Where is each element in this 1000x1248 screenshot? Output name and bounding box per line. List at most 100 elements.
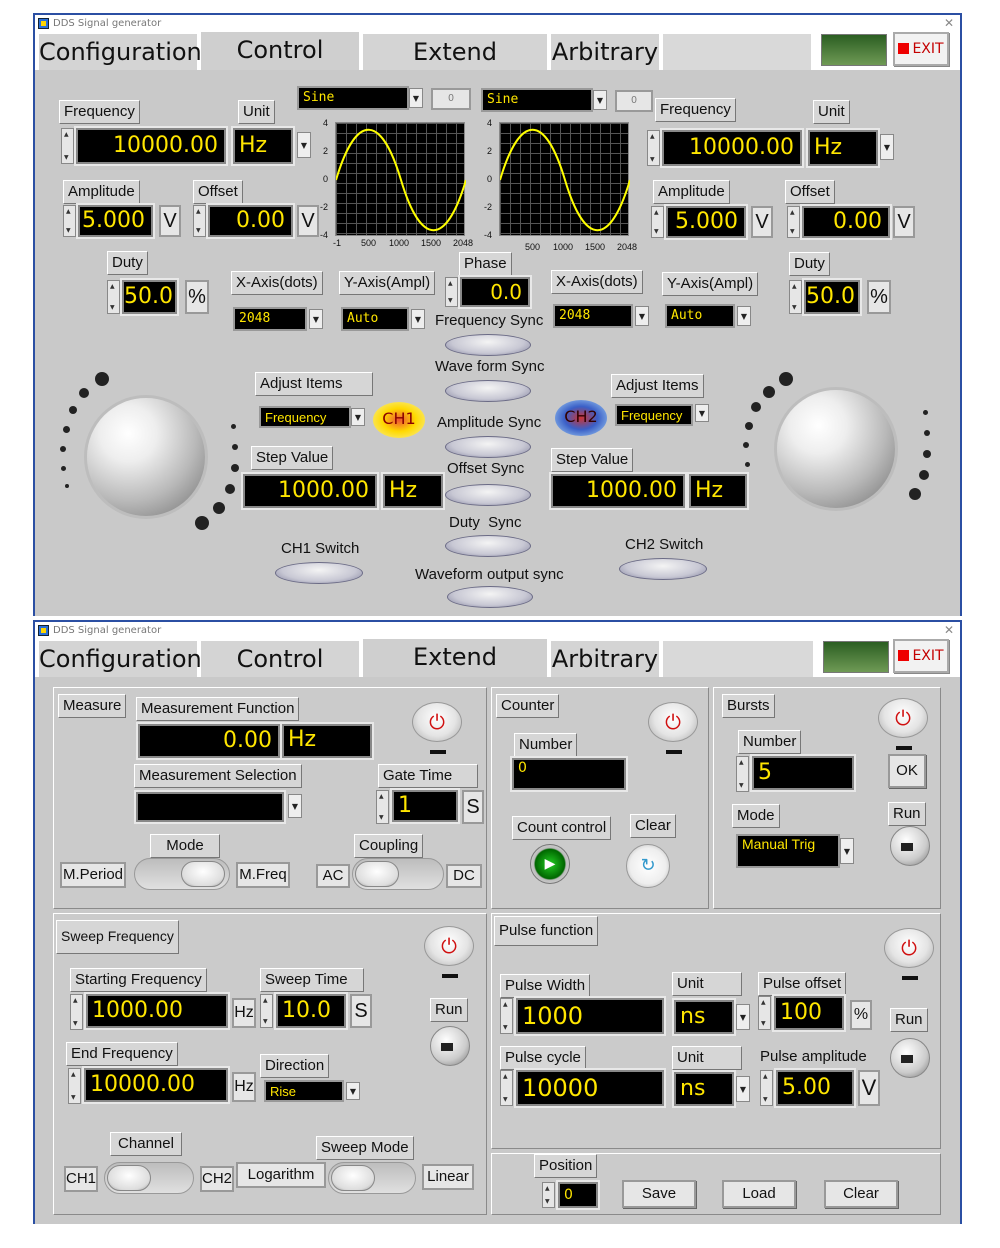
ch2-amplitude-value[interactable]: 5.000 (664, 204, 748, 240)
start-frequency-spinner[interactable] (70, 994, 83, 1030)
direction-dropdown-icon[interactable]: ▼ (346, 1082, 360, 1100)
channel-slider[interactable] (104, 1162, 194, 1194)
tab-extend-function[interactable]: Extend Function (363, 34, 549, 102)
ch2-switch[interactable] (619, 558, 707, 580)
pulse-cycle-unit-dropdown-icon[interactable]: ▼ (736, 1076, 750, 1102)
offset-sync-toggle[interactable] (445, 484, 531, 506)
bursts-mode-select[interactable]: Manual Trig (736, 834, 840, 868)
ch2-waveform-select[interactable]: Sine (481, 88, 593, 112)
close-icon[interactable]: ✕ (944, 15, 954, 32)
sweep-time-spinner[interactable] (260, 994, 273, 1028)
slider-thumb[interactable] (355, 861, 399, 887)
ch1-adjust-items-select[interactable]: Frequency (259, 406, 351, 428)
ch2-offset-spinner[interactable] (787, 206, 800, 238)
bursts-number-value[interactable]: 5 (750, 754, 856, 792)
tab-configuration[interactable]: Configuration (39, 641, 202, 677)
ch2-frequency-spinner[interactable] (647, 130, 660, 166)
sweep-mode-linear[interactable]: Linear (422, 1164, 474, 1190)
ch1-unit-dropdown-icon[interactable]: ▼ (297, 132, 311, 158)
ch2-unit-dropdown-icon[interactable]: ▼ (880, 134, 894, 160)
ch2-waveform-index[interactable]: 0 (615, 90, 653, 112)
ch2-frequency-value[interactable]: 10000.00 (660, 128, 804, 168)
pulse-power-icon[interactable]: ⏻ (884, 928, 934, 968)
close-icon[interactable]: ✕ (944, 622, 954, 639)
count-play-icon[interactable]: ▶ (530, 844, 570, 884)
gate-time-spinner[interactable] (376, 790, 389, 824)
gate-time-value[interactable]: 1 (390, 788, 460, 824)
ch1-duty-value[interactable]: 50.0 (120, 278, 179, 316)
position-value[interactable]: 0 (556, 1180, 600, 1210)
ch1-waveform-index[interactable]: 0 (431, 88, 471, 110)
bursts-run-button[interactable] (890, 826, 930, 866)
ch2-yaxis-select[interactable]: Auto (665, 304, 735, 328)
coupling-dc[interactable]: DC (446, 864, 482, 888)
ch2-adjust-dropdown-icon[interactable]: ▼ (695, 404, 709, 422)
bursts-ok-button[interactable]: OK (888, 754, 926, 788)
tab-arbitrary[interactable]: Arbitrary (551, 641, 661, 677)
measure-mode-slider[interactable] (134, 858, 230, 890)
sweep-mode-slider[interactable] (328, 1162, 416, 1194)
pulse-cycle-spinner[interactable] (500, 1070, 513, 1106)
load-button[interactable]: Load (722, 1180, 796, 1208)
measurement-selection-dropdown-icon[interactable]: ▼ (288, 794, 302, 818)
channel-ch1[interactable]: CH1 (64, 1166, 98, 1192)
start-frequency-value[interactable]: 1000.00 (84, 992, 230, 1030)
ch2-duty-value[interactable]: 50.0 (802, 278, 862, 316)
mode-m-freq[interactable]: M.Freq (236, 862, 290, 888)
slider-thumb[interactable] (107, 1165, 151, 1191)
phase-spinner[interactable] (445, 277, 458, 307)
tab-control-panel[interactable]: Control Panel (201, 641, 361, 709)
pulse-width-unit-dropdown-icon[interactable]: ▼ (736, 1004, 750, 1030)
pulse-cycle-unit[interactable]: ns (672, 1070, 736, 1108)
pulse-amplitude-value[interactable]: 5.00 (774, 1068, 856, 1108)
ch1-amplitude-spinner[interactable] (63, 205, 76, 237)
ch1-yaxis-dropdown-icon[interactable]: ▼ (411, 309, 425, 329)
ch2-adjust-knob[interactable] (777, 390, 895, 508)
sweep-time-value[interactable]: 10.0 (274, 992, 348, 1030)
channel-ch2[interactable]: CH2 (200, 1166, 234, 1192)
pulse-offset-value[interactable]: 100 (772, 994, 846, 1032)
pulse-offset-spinner[interactable] (758, 996, 771, 1030)
direction-select[interactable]: Rise (264, 1080, 344, 1102)
phase-value[interactable]: 0.0 (458, 275, 532, 309)
pulse-run-button[interactable] (890, 1038, 930, 1078)
ch2-yaxis-dropdown-icon[interactable]: ▼ (737, 306, 751, 326)
ch1-yaxis-select[interactable]: Auto (341, 307, 409, 331)
ch2-adjust-items-select[interactable]: Frequency (615, 404, 693, 426)
ch1-waveform-select[interactable]: Sine (297, 86, 409, 110)
bursts-power-icon[interactable]: ⏻ (878, 698, 928, 738)
position-spinner[interactable] (542, 1182, 555, 1208)
ch2-xaxis-dropdown-icon[interactable]: ▼ (635, 306, 649, 326)
slider-thumb[interactable] (331, 1165, 375, 1191)
clear-button[interactable]: Clear (824, 1180, 898, 1208)
exit-button[interactable]: EXIT (893, 639, 949, 673)
frequency-sync-toggle[interactable] (445, 334, 531, 356)
end-frequency-value[interactable]: 10000.00 (82, 1066, 230, 1104)
ch2-frequency-unit[interactable]: Hz (806, 128, 880, 168)
waveform-sync-toggle[interactable] (445, 380, 531, 402)
ch1-offset-spinner[interactable] (193, 205, 206, 237)
ch1-badge[interactable]: CH1 (373, 402, 425, 438)
sweep-mode-logarithm[interactable]: Logarithm (236, 1162, 326, 1188)
ch2-offset-value[interactable]: 0.00 (800, 204, 892, 240)
ch1-switch[interactable] (275, 562, 363, 584)
ch2-duty-spinner[interactable] (789, 280, 802, 314)
save-button[interactable]: Save (622, 1180, 696, 1208)
ch1-xaxis-select[interactable]: 2048 (233, 307, 307, 331)
tab-configuration[interactable]: Configuration (39, 34, 202, 70)
sweep-run-button[interactable] (430, 1026, 470, 1066)
ch1-frequency-spinner[interactable] (61, 128, 74, 164)
pulse-width-spinner[interactable] (500, 998, 513, 1034)
ch2-badge[interactable]: CH2 (555, 400, 607, 436)
ch1-waveform-dropdown-icon[interactable]: ▼ (409, 88, 423, 108)
ch1-offset-value[interactable]: 0.00 (206, 203, 295, 239)
bursts-number-spinner[interactable] (736, 756, 749, 792)
ch1-frequency-value[interactable]: 10000.00 (74, 126, 228, 166)
ch2-step-value[interactable]: 1000.00 (549, 472, 687, 510)
duty-sync-toggle[interactable] (445, 535, 531, 557)
pulse-width-value[interactable]: 1000 (514, 996, 666, 1036)
tab-control-panel[interactable]: Control Panel (201, 32, 361, 100)
amplitude-sync-toggle[interactable] (445, 436, 531, 458)
exit-button[interactable]: EXIT (893, 32, 949, 66)
mode-m-period[interactable]: M.Period (60, 862, 126, 888)
